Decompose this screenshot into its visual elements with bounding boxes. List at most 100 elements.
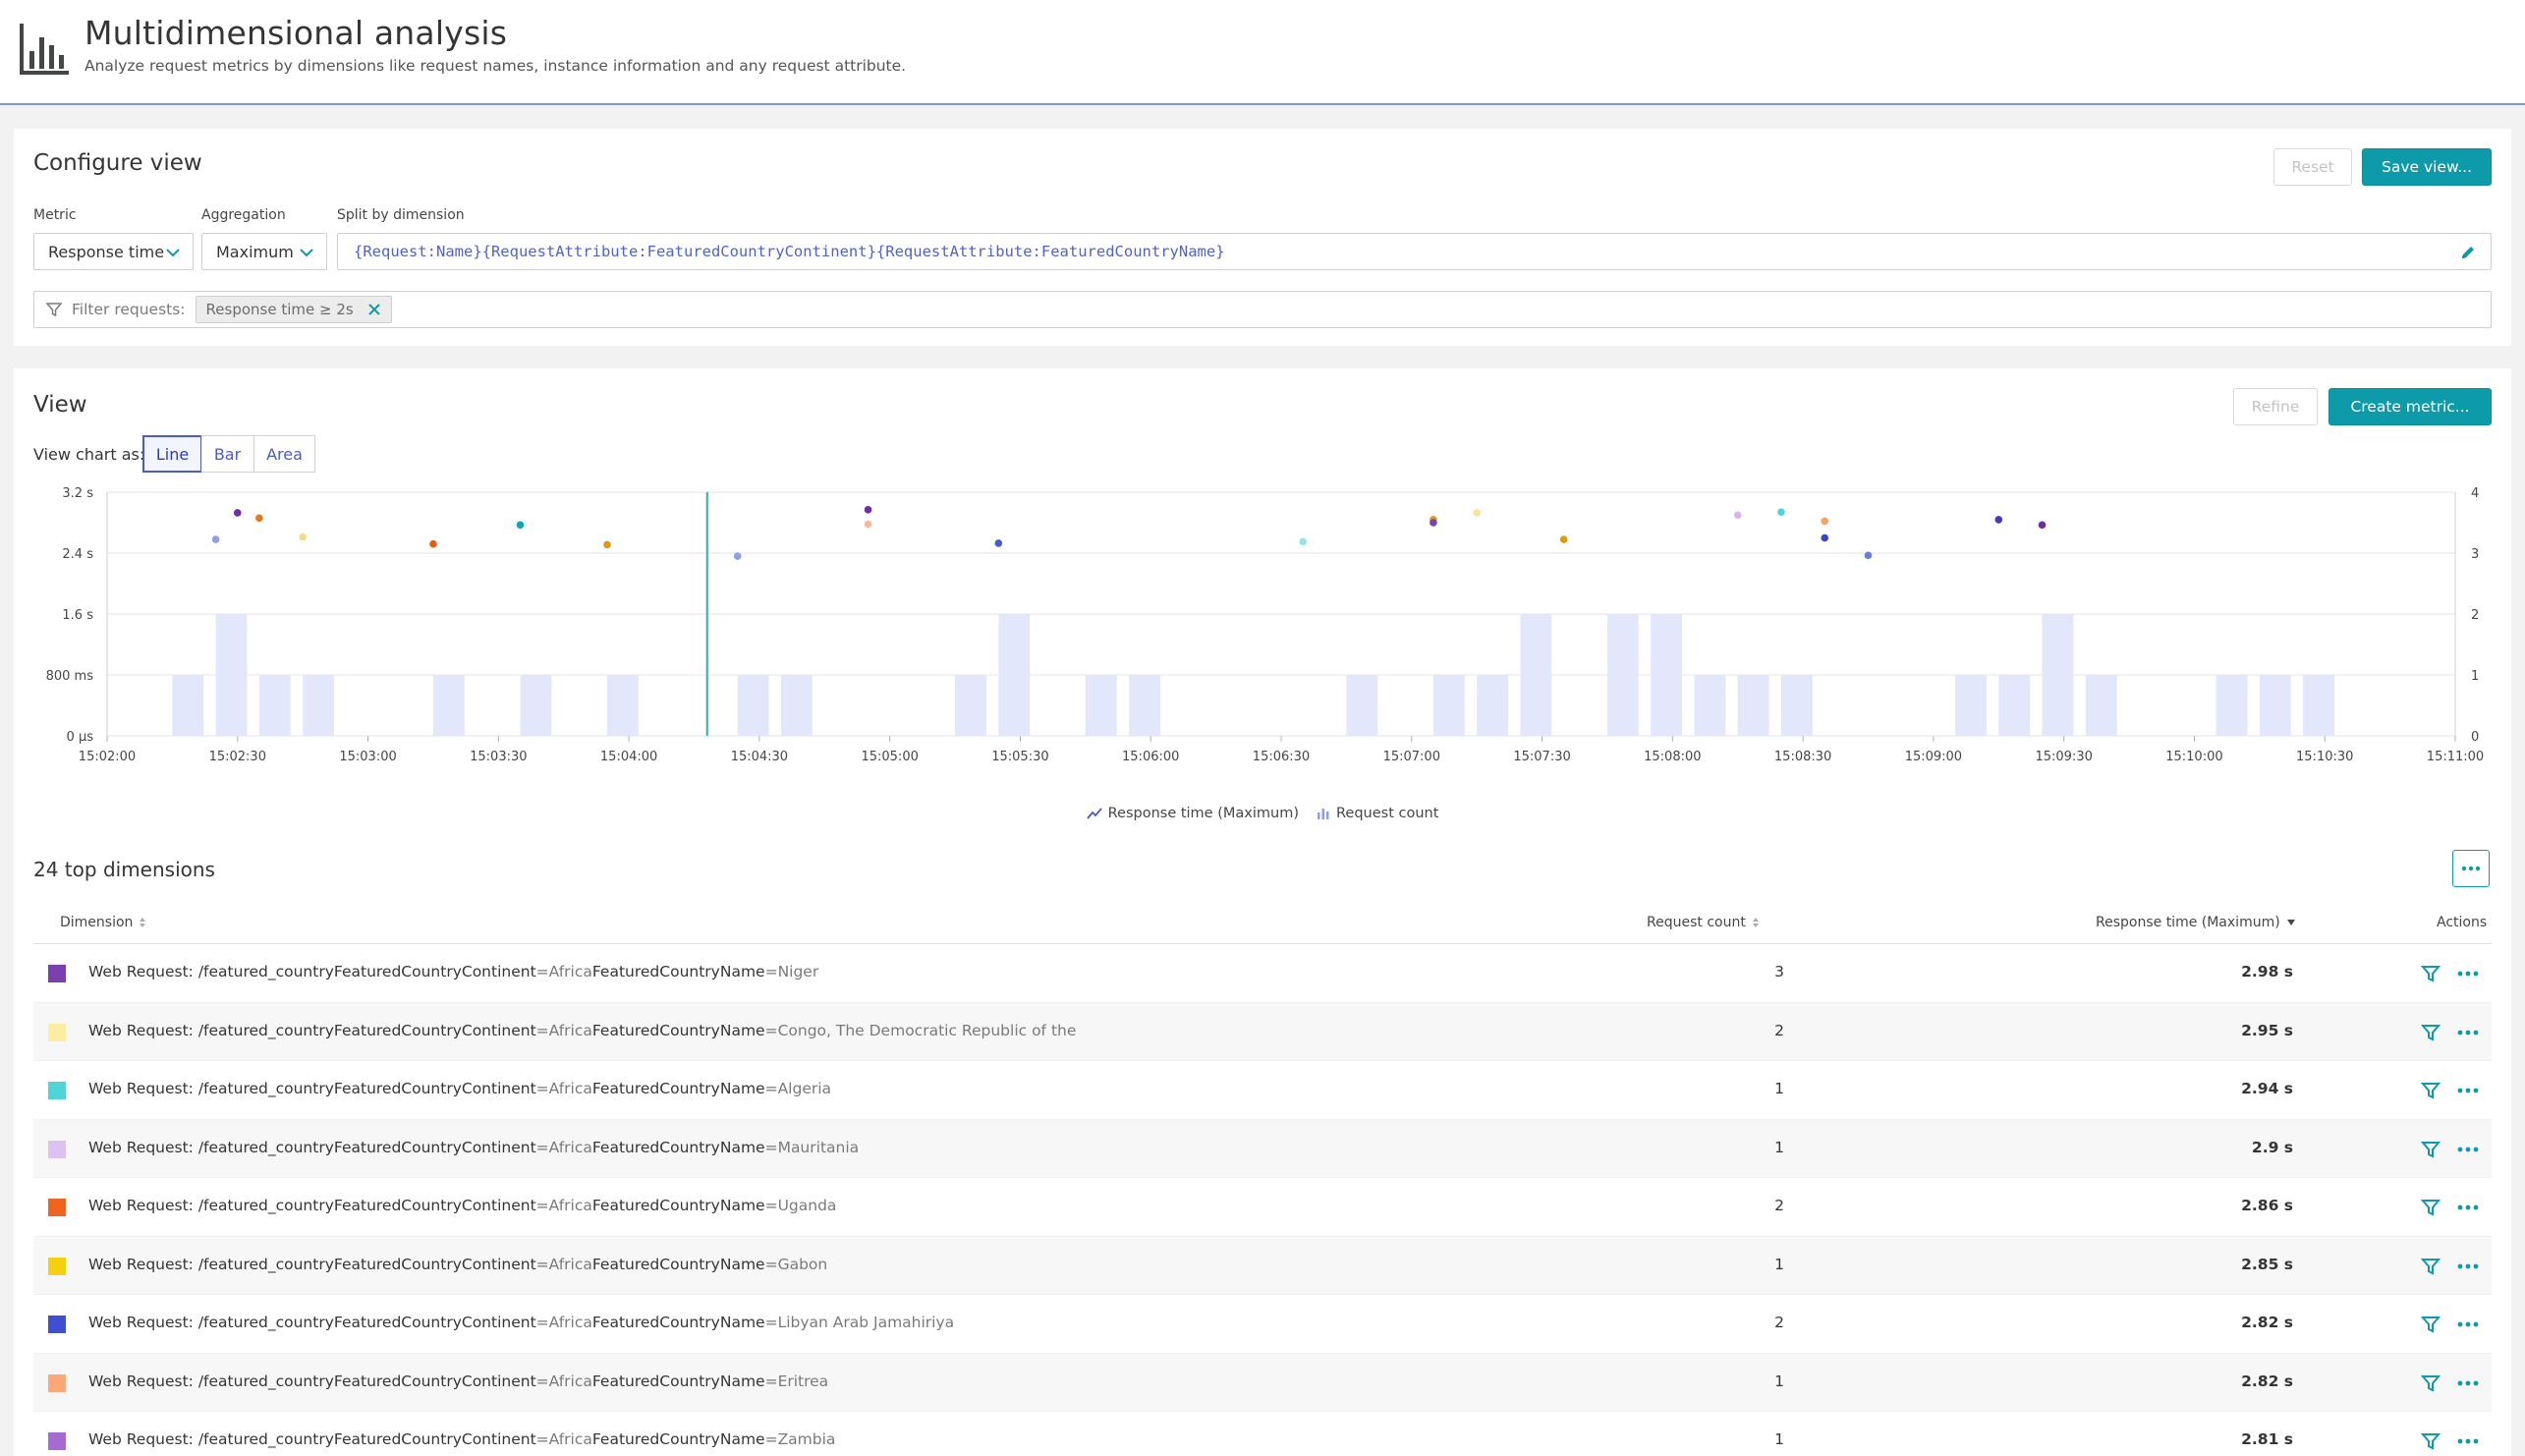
y-right-tick-label: 2 [2471,608,2479,623]
response-time-point [1473,509,1481,517]
y-left-tick-label: 1.6 s [62,608,93,623]
filter-icon[interactable] [2421,1198,2441,1217]
table-row[interactable]: Web Request: /featured_countryFeaturedCo… [33,1236,2492,1295]
table-row[interactable]: Web Request: /featured_countryFeaturedCo… [33,1412,2492,1456]
pencil-icon[interactable] [2459,244,2477,261]
dimension-key-continent: FeaturedCountryContinent [333,1255,536,1273]
filter-icon[interactable] [2421,1315,2441,1334]
ellipsis-icon[interactable] [2456,964,2480,983]
filter-icon[interactable] [2421,1140,2441,1159]
column-header-dimension[interactable]: Dimension [60,915,146,930]
ellipsis-icon[interactable] [2456,1198,2480,1217]
aggregation-select[interactable]: Maximum [201,233,327,270]
dimension-value-country: =Algeria [764,1080,832,1097]
x-tick-label: 15:06:30 [1253,750,1310,764]
split-by-dimension-input[interactable]: {Request:Name}{RequestAttribute:Featured… [337,233,2492,270]
dimension-request: Web Request: /featured_country [88,963,334,980]
column-header-request-count[interactable]: Request count [1647,915,1760,930]
split-by-dimension-value: {Request:Name}{RequestAttribute:Featured… [354,243,1225,260]
close-icon[interactable] [367,303,381,316]
dimension-request: Web Request: /featured_country [88,1372,334,1390]
request-count-bar [432,675,465,736]
ellipsis-icon[interactable] [2456,1023,2480,1042]
request-count-bar [2085,675,2117,736]
request-count-cell: 2 [1774,1021,1784,1039]
chart-type-area[interactable]: Area [254,435,315,473]
filter-icon[interactable] [2421,1257,2441,1276]
request-count-bar [1955,675,1987,736]
dimension-key-country: FeaturedCountryName [591,963,765,980]
dimension-key-country: FeaturedCountryName [591,1021,765,1039]
dimension-request: Web Request: /featured_country [88,1314,334,1331]
page-subtitle: Analyze request metrics by dimensions li… [84,57,907,75]
response-time-point [1994,516,2003,524]
ellipsis-icon[interactable] [2456,1257,2480,1276]
filter-icon[interactable] [2421,964,2441,983]
filter-icon[interactable] [2421,1023,2441,1042]
chart-type-bar[interactable]: Bar [201,435,254,473]
table-row[interactable]: Web Request: /featured_countryFeaturedCo… [33,1061,2492,1120]
legend-item-response-time[interactable]: Response time (Maximum) [1086,806,1299,821]
x-tick-label: 15:08:30 [1774,750,1831,764]
dimension-name: Web Request: /featured_countryFeaturedCo… [88,1139,859,1156]
refine-button[interactable]: Refine [2233,388,2318,425]
response-time-point [1559,535,1568,543]
dimension-value-continent: =Africa [535,1080,592,1097]
ellipsis-icon[interactable] [2456,1315,2480,1334]
series-color-swatch [48,965,66,982]
x-tick-label: 15:11:00 [2427,750,2484,764]
request-count-cell: 1 [1774,1430,1784,1448]
column-header-response-time[interactable]: Response time (Maximum) [2096,915,2296,930]
response-time-cell: 2.85 s [2241,1255,2293,1273]
more-options-button[interactable] [2452,850,2490,887]
chevron-down-icon [300,249,313,257]
filter-icon[interactable] [2421,1081,2441,1100]
chart-type-line[interactable]: Line [142,435,202,473]
response-time-point [864,506,872,514]
dimension-key-continent: FeaturedCountryContinent [333,963,536,980]
dimension-value-continent: =Africa [535,1138,592,1156]
table-row[interactable]: Web Request: /featured_countryFeaturedCo… [33,1178,2492,1237]
dimension-name: Web Request: /featured_country FeaturedCo… [88,1314,954,1331]
response-time-point [429,539,437,548]
filter-requests-bar[interactable]: Filter requests: Response time ≥ 2s [33,291,2492,328]
reset-button[interactable]: Reset [2273,148,2352,186]
y-right-tick-label: 0 [2471,730,2479,745]
metric-select[interactable]: Response time [33,233,194,270]
ellipsis-icon[interactable] [2456,1140,2480,1159]
request-count-bar [1346,675,1378,736]
dimension-value-continent: =Africa [535,1372,592,1390]
request-count-bar [520,675,552,736]
ellipsis-icon[interactable] [2456,1431,2480,1451]
dimension-key-country: FeaturedCountryName [591,1314,765,1331]
request-count-bar [1477,675,1509,736]
x-tick-label: 15:03:30 [470,750,527,764]
filter-icon[interactable] [2421,1373,2441,1393]
filter-chip[interactable]: Response time ≥ 2s [195,296,392,323]
table-row[interactable]: Web Request: /featured_countryFeaturedCo… [33,1002,2492,1061]
dimension-value-continent: =Africa [535,1021,592,1039]
response-time-chart[interactable]: 0 µs 800 ms 1.6 s 2.4 s 3.2 s 0 1 2 3 4 15:02:00 15… [14,475,2511,769]
series-color-swatch [48,1316,66,1333]
ellipsis-icon[interactable] [2456,1373,2480,1393]
table-row[interactable]: Web Request: /featured_countryFeaturedCo… [33,944,2492,1003]
response-time-point [211,535,220,543]
ellipsis-icon[interactable] [2456,1081,2480,1100]
response-time-cell: 2.81 s [2241,1430,2293,1448]
table-row[interactable]: Web Request: /featured_countryFeaturedCo… [33,1353,2492,1412]
legend-item-request-count[interactable]: Request count [1317,806,1438,821]
filter-icon[interactable] [2421,1431,2441,1451]
request-count-bar [998,614,1031,736]
table-row[interactable]: Web Request: /featured_countryFeaturedCo… [33,1119,2492,1178]
table-header: Dimension Request count Response time (M… [33,903,2492,944]
dimension-name: Web Request: /featured_countryFeaturedCo… [88,1430,835,1448]
save-view-button[interactable]: Save view... [2362,148,2492,186]
create-metric-button[interactable]: Create metric... [2329,388,2492,425]
response-time-cell: 2.95 s [2241,1021,2293,1039]
table-row[interactable]: Web Request: /featured_country FeaturedCo… [33,1295,2492,1354]
column-header-dimension-label: Dimension [60,915,134,930]
dimension-key-continent: FeaturedCountryContinent [333,1372,536,1390]
split-by-label: Split by dimension [337,207,465,223]
chart-area[interactable]: 0 µs 800 ms 1.6 s 2.4 s 3.2 s 0 1 2 3 4 15:02:00 15… [14,475,2511,769]
x-tick-label: 15:05:00 [861,750,918,764]
